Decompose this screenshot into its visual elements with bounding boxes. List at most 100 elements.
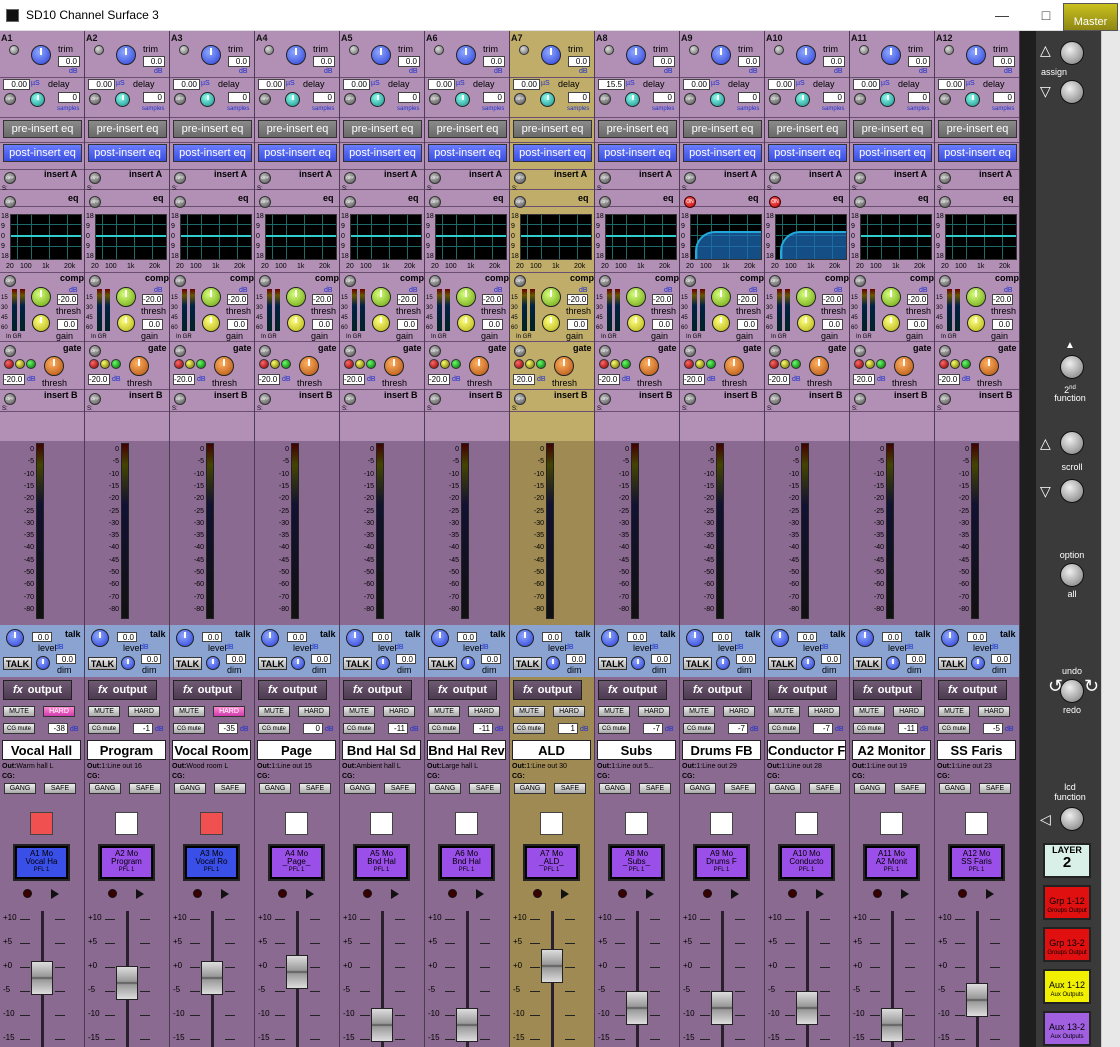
fader-cap[interactable] [456,1007,478,1042]
cg-mute-value[interactable]: -11 [388,723,408,734]
talk-dim-value[interactable]: 0.0 [396,654,416,664]
comp-gain-knob[interactable] [797,314,815,332]
channel-color-swatch[interactable] [30,812,53,835]
eq-graph[interactable] [435,214,507,260]
post-insert-eq-button[interactable]: post-insert eq [768,144,847,162]
delay-off-button[interactable]: OFF [939,93,951,105]
gate-thresh-value[interactable]: -20.0 [768,374,790,385]
comp-thresh-knob[interactable] [286,287,306,307]
gate-off-button[interactable]: OFF [769,345,781,357]
play-icon[interactable] [816,889,824,899]
insert-a-off-button[interactable]: OFF [89,172,101,184]
talk-dim-knob[interactable] [206,656,220,670]
channel-name[interactable]: ALD [512,740,591,760]
talk-level-value[interactable]: 0.0 [967,632,987,642]
talk-button[interactable]: TALK [683,657,712,670]
hard-button[interactable]: HARD [298,706,330,717]
post-insert-eq-button[interactable]: post-insert eq [173,144,252,162]
channel-color-swatch[interactable] [200,812,223,835]
delay-off-button[interactable]: OFF [599,93,611,105]
channel-name[interactable]: Program [87,740,166,760]
eq-graph[interactable] [350,214,422,260]
hard-button[interactable]: HARD [978,706,1010,717]
pre-insert-eq-button[interactable]: pre-insert eq [428,120,507,138]
fader-cap[interactable] [711,990,733,1025]
delay-us-value[interactable]: 15.5 [598,79,625,90]
comp-thresh-knob[interactable] [201,287,221,307]
redo-arrow-icon[interactable]: ↻ [1084,677,1099,695]
hard-button[interactable]: HARD [808,706,840,717]
assign-down-arrow-icon[interactable]: ▽ [1040,84,1051,98]
gate-thresh-knob[interactable] [639,356,659,376]
gang-button[interactable]: GANG [89,783,121,794]
talk-button[interactable]: TALK [173,657,202,670]
comp-thresh-knob[interactable] [371,287,391,307]
talk-level-knob[interactable] [771,629,789,647]
record-icon[interactable] [788,889,797,898]
fader-track[interactable] [721,911,724,1047]
comp-thresh-knob[interactable] [31,287,51,307]
post-insert-eq-button[interactable]: post-insert eq [598,144,677,162]
cg-mute-button[interactable]: CG mute [768,723,800,734]
channel-lcd[interactable]: A3 Mo Vocal Ro PFL 1 [183,844,240,881]
record-icon[interactable] [448,889,457,898]
gate-thresh-knob[interactable] [129,356,149,376]
pre-insert-eq-button[interactable]: pre-insert eq [88,120,167,138]
post-insert-eq-button[interactable]: post-insert eq [683,144,762,162]
comp-off-button[interactable]: OFF [4,275,16,287]
eq-toggle-button[interactable]: ON [769,196,781,208]
talk-dim-knob[interactable] [631,656,645,670]
gate-thresh-knob[interactable] [809,356,829,376]
delay-knob[interactable] [625,92,640,107]
talk-dim-value[interactable]: 0.0 [651,654,671,664]
talk-level-knob[interactable] [601,629,619,647]
insert-a-off-button[interactable]: OFF [599,172,611,184]
delay-us-value[interactable]: 0.00 [683,79,710,90]
play-icon[interactable] [51,889,59,899]
delay-off-button[interactable]: OFF [174,93,186,105]
delay-us-value[interactable]: 0.00 [428,79,455,90]
delay-off-button[interactable]: OFF [344,93,356,105]
insert-a-off-button[interactable]: OFF [4,172,16,184]
delay-us-value[interactable]: 0.00 [343,79,370,90]
comp-off-button[interactable]: OFF [599,275,611,287]
comp-gain-knob[interactable] [882,314,900,332]
channel-lcd[interactable]: A6 Mo Bnd Hal PFL 1 [438,844,495,881]
layer-2-button[interactable]: LAYER 2 [1043,843,1091,878]
talk-button[interactable]: TALK [343,657,372,670]
gate-thresh-knob[interactable] [979,356,999,376]
mute-button[interactable]: MUTE [938,706,970,717]
trim-value[interactable]: 0.0 [398,56,420,67]
talk-dim-knob[interactable] [801,656,815,670]
undo-redo-button[interactable] [1060,679,1084,703]
talk-button[interactable]: TALK [768,657,797,670]
comp-gain-knob[interactable] [967,314,985,332]
layer-select-button[interactable]: Aux 13-2 Aux Outputs [1043,1011,1091,1046]
talk-dim-knob[interactable] [716,656,730,670]
gang-button[interactable]: GANG [599,783,631,794]
delay-off-button[interactable]: OFF [684,93,696,105]
delay-samples-value[interactable]: 0 [653,92,675,103]
comp-gain-knob[interactable] [457,314,475,332]
assign-up-button[interactable] [1060,41,1084,65]
output-button[interactable]: fx output [938,680,1007,700]
gate-thresh-value[interactable]: -20.0 [173,374,195,385]
delay-knob[interactable] [200,92,215,107]
gang-button[interactable]: GANG [4,783,36,794]
trim-knob[interactable] [116,45,136,65]
comp-gain-knob[interactable] [627,314,645,332]
talk-dim-knob[interactable] [971,656,985,670]
safe-button[interactable]: SAFE [299,783,331,794]
talk-level-value[interactable]: 0.0 [117,632,137,642]
fader-cap[interactable] [31,961,53,996]
record-icon[interactable] [958,889,967,898]
cg-mute-value[interactable]: -7 [728,723,748,734]
channel-lcd[interactable]: A2 Mo Program PFL 1 [98,844,155,881]
hard-button[interactable]: HARD [43,706,75,717]
delay-off-button[interactable]: OFF [429,93,441,105]
hard-button[interactable]: HARD [723,706,755,717]
output-button[interactable]: fx output [88,680,157,700]
safe-button[interactable]: SAFE [809,783,841,794]
trim-knob[interactable] [371,45,391,65]
comp-gain-knob[interactable] [117,314,135,332]
